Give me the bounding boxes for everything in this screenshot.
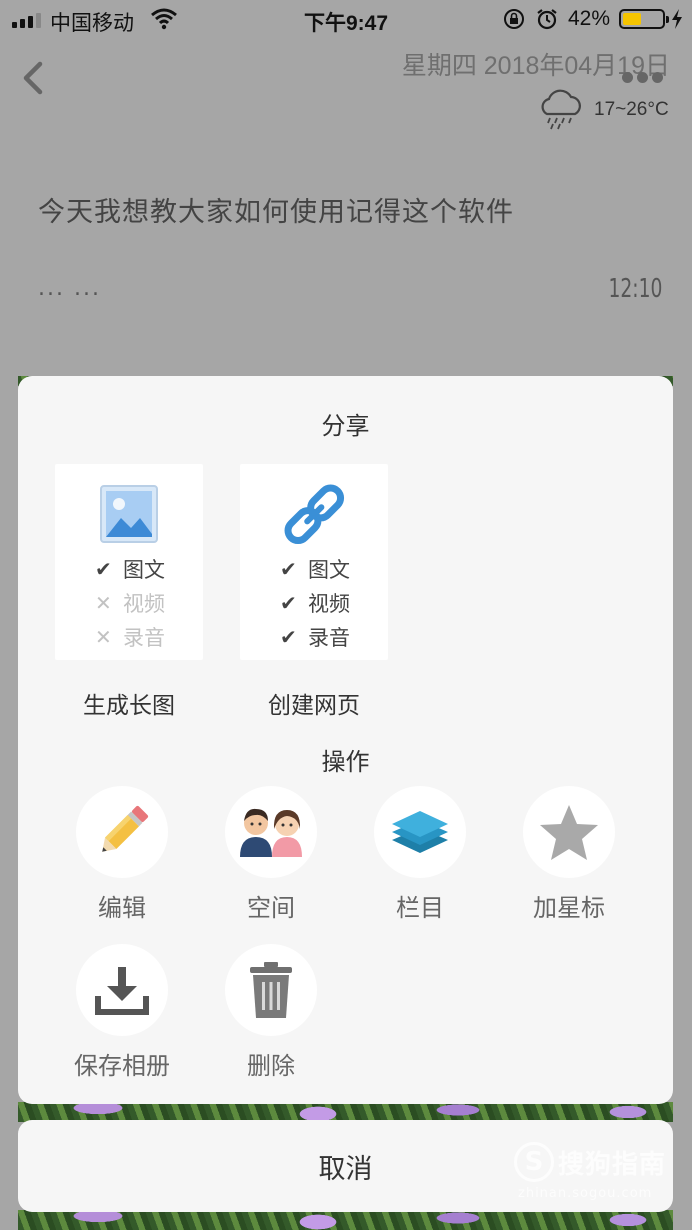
back-arrow-icon[interactable] <box>18 58 48 98</box>
star-circle[interactable] <box>523 786 615 878</box>
trash-icon <box>250 962 292 1018</box>
action-label: 保存相册 <box>74 1052 170 1080</box>
cross-icon: ✕ <box>95 625 112 649</box>
save-album-button[interactable]: 保存相册 <box>47 944 197 1081</box>
cross-icon: ✕ <box>95 591 112 615</box>
delete-circle[interactable] <box>225 944 317 1036</box>
option-list: ✔ 图文 ✔ 视频 ✔ 录音 <box>280 552 350 654</box>
option-row: ✔ 图文 <box>280 552 350 586</box>
delete-button[interactable]: 删除 <box>196 944 346 1081</box>
option-label: 图文 <box>123 558 165 582</box>
star-icon <box>540 805 598 860</box>
note-content: 今天我想教大家如何使用记得这个软件 <box>38 197 514 228</box>
edit-button[interactable]: 编辑 <box>47 786 197 923</box>
note-ellipsis: ... ... <box>38 276 101 301</box>
battery-icon <box>619 9 669 29</box>
space-button[interactable]: 空间 <box>196 786 346 923</box>
action-label: 删除 <box>247 1052 295 1080</box>
download-icon <box>95 967 149 1015</box>
share-card-webpage[interactable]: ✔ 图文 ✔ 视频 ✔ 录音 <box>240 464 388 660</box>
flower-photo <box>18 1102 673 1122</box>
people-icon <box>240 808 302 857</box>
category-circle[interactable] <box>374 786 466 878</box>
option-label: 录音 <box>308 626 350 650</box>
option-row: ✕ 视频 <box>95 586 165 620</box>
option-label: 视频 <box>308 592 350 616</box>
status-bar: 中国移动 下午9:47 42% <box>0 0 692 40</box>
check-icon: ✔ <box>280 591 297 615</box>
more-icon[interactable] <box>622 72 663 83</box>
option-list: ✔ 图文 ✕ 视频 ✕ 录音 <box>95 552 165 654</box>
charging-icon <box>672 9 682 29</box>
category-button[interactable]: 栏目 <box>345 786 495 923</box>
share-sheet: 分享 ✔ 图文 ✕ 视频 ✕ 录音 生成长图 ✔ 图文 ✔ 视频 ✔ 录音 创建… <box>18 376 673 1104</box>
action-label: 编辑 <box>98 894 146 922</box>
share-section-title: 分享 <box>321 412 370 440</box>
option-row: ✔ 录音 <box>280 620 350 654</box>
option-row: ✔ 图文 <box>95 552 165 586</box>
watermark-brand: 搜狗指南 <box>558 1150 667 1180</box>
flower-photo <box>18 1210 673 1230</box>
rotation-lock-icon <box>504 9 524 29</box>
sogou-logo-icon: S <box>514 1142 554 1182</box>
option-label: 视频 <box>123 592 165 616</box>
check-icon: ✔ <box>280 557 297 581</box>
temperature: 17~26°C <box>594 99 669 120</box>
space-circle[interactable] <box>225 786 317 878</box>
option-row: ✔ 视频 <box>280 586 350 620</box>
action-label: 栏目 <box>396 894 444 922</box>
watermark-url: zhinan.sogou.com <box>518 1186 653 1201</box>
watermark: S 搜狗指南 zhinan.sogou.com <box>514 1140 674 1210</box>
option-label: 图文 <box>308 558 350 582</box>
option-label: 录音 <box>123 626 165 650</box>
alarm-icon <box>537 9 557 30</box>
layers-icon <box>392 811 448 853</box>
battery-percent: 42% <box>568 7 611 30</box>
action-label: 空间 <box>247 894 295 922</box>
share-card-label[interactable]: 生成长图 <box>34 686 224 720</box>
check-icon: ✔ <box>280 625 297 649</box>
pencil-icon <box>102 805 149 852</box>
option-row: ✕ 录音 <box>95 620 165 654</box>
star-button[interactable]: 加星标 <box>494 786 644 923</box>
share-card-label[interactable]: 创建网页 <box>219 686 409 720</box>
check-icon: ✔ <box>95 557 112 581</box>
image-icon <box>100 485 158 543</box>
rain-cloud-icon <box>541 89 581 130</box>
note-time: 12:10 <box>608 274 662 304</box>
share-card-long-image[interactable]: ✔ 图文 ✕ 视频 ✕ 录音 <box>55 464 203 660</box>
action-label: 加星标 <box>533 894 605 922</box>
actions-section-title: 操作 <box>321 748 370 776</box>
link-icon <box>284 484 345 545</box>
save-album-circle[interactable] <box>76 944 168 1036</box>
edit-circle[interactable] <box>76 786 168 878</box>
